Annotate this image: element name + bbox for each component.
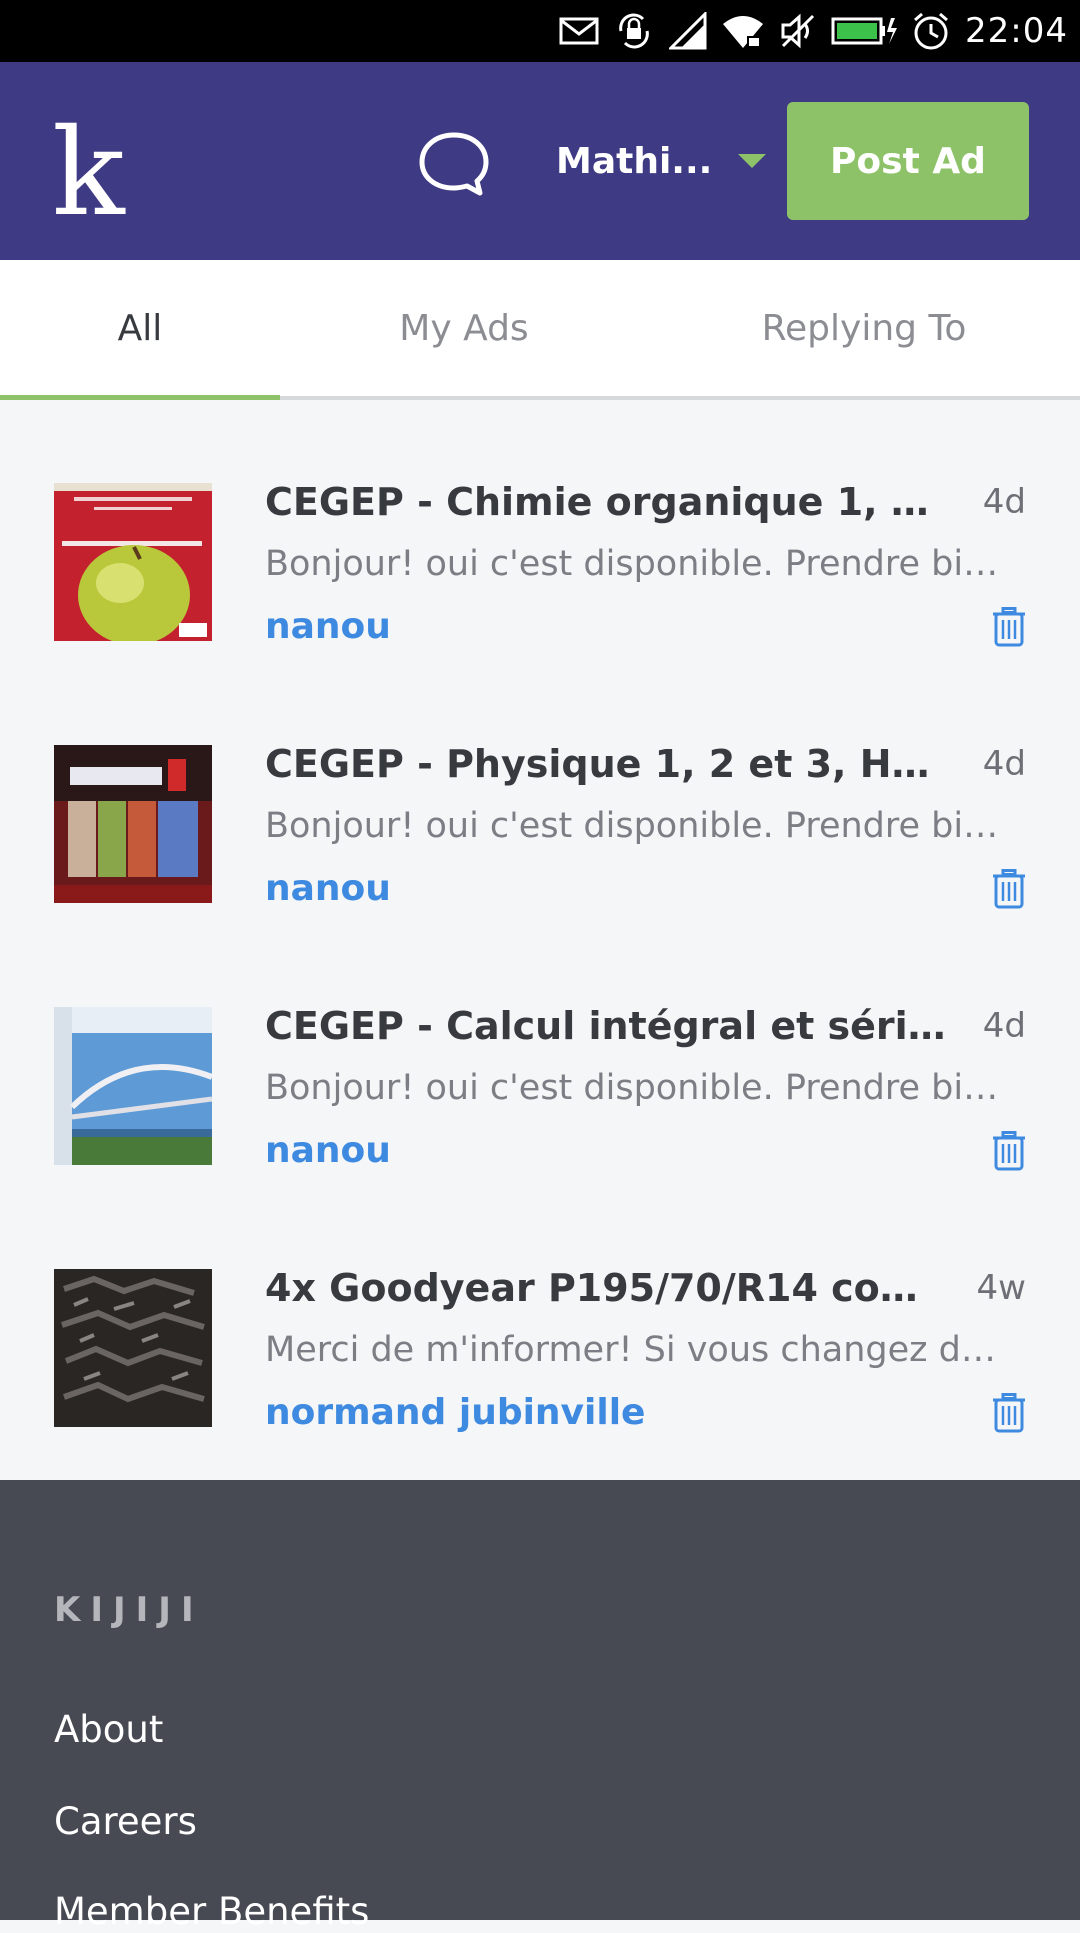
message-preview: Bonjour! oui c'est disponible. Prendre b… — [265, 1068, 1015, 1108]
ad-thumbnail — [54, 745, 212, 903]
trash-icon[interactable] — [992, 1131, 1026, 1175]
tab-all[interactable]: All — [0, 260, 280, 400]
messages-chat-icon[interactable] — [418, 131, 490, 201]
message-preview: Merci de m'informer! Si vous changez de … — [265, 1330, 1015, 1370]
message-age: 4w — [976, 1268, 1026, 1308]
sender-name: nanou — [265, 1130, 391, 1171]
user-menu-dropdown[interactable]: Mathi... — [556, 62, 767, 260]
conversation-item[interactable]: CEGEP - Calcul intégral et séries, ex...… — [0, 974, 1080, 1236]
ad-title: CEGEP - Calcul intégral et séries, ex... — [265, 1004, 950, 1048]
conversation-item[interactable]: CEGEP - Chimie organique 1, Hart. 4d Bon… — [0, 450, 1080, 712]
alarm-icon — [911, 11, 951, 51]
trash-icon[interactable] — [992, 607, 1026, 651]
message-age: 4d — [982, 482, 1026, 522]
message-tabs: All My Ads Replying To — [0, 260, 1080, 400]
battery-charging-icon — [831, 16, 898, 46]
footer-link-about[interactable]: About — [54, 1708, 163, 1751]
conversation-list: CEGEP - Chimie organique 1, Hart. 4d Bon… — [0, 400, 1080, 1498]
rotation-lock-icon — [613, 11, 655, 51]
wifi-icon — [721, 12, 765, 50]
sender-name: normand jubinville — [265, 1392, 646, 1433]
ad-thumbnail — [54, 1269, 212, 1427]
conversation-item[interactable]: CEGEP - Physique 1, 2 et 3, Harris Be...… — [0, 712, 1080, 974]
trash-icon[interactable] — [992, 1393, 1026, 1437]
message-preview: Bonjour! oui c'est disponible. Prendre b… — [265, 806, 1015, 846]
status-bar: 22:04 — [0, 0, 1080, 62]
site-footer: KIJIJI About Careers Member Benefits — [0, 1480, 1080, 1933]
footer-link-careers[interactable]: Careers — [54, 1800, 197, 1843]
app-header: k Mathi... Post Ad — [0, 62, 1080, 260]
ad-title: CEGEP - Chimie organique 1, Hart. — [265, 480, 950, 524]
trash-icon[interactable] — [992, 869, 1026, 913]
mail-icon — [559, 16, 599, 46]
ad-title: CEGEP - Physique 1, 2 et 3, Harris Be... — [265, 742, 950, 786]
user-name: Mathi... — [556, 140, 713, 182]
signal-icon — [669, 12, 707, 50]
conversation-item[interactable]: 4x Goodyear P195/70/R14 comme n... 4w Me… — [0, 1236, 1080, 1498]
message-preview: Bonjour! oui c'est disponible. Prendre b… — [265, 544, 1015, 584]
sender-name: nanou — [265, 868, 391, 909]
message-age: 4d — [982, 744, 1026, 784]
ad-thumbnail — [54, 1007, 212, 1165]
mute-icon — [779, 12, 817, 50]
message-age: 4d — [982, 1006, 1026, 1046]
ad-title: 4x Goodyear P195/70/R14 comme n... — [265, 1266, 950, 1310]
footer-link-member-benefits[interactable]: Member Benefits — [54, 1890, 369, 1933]
footer-brand: KIJIJI — [54, 1590, 204, 1630]
post-ad-button[interactable]: Post Ad — [787, 102, 1029, 220]
tab-replying-to[interactable]: Replying To — [648, 260, 1080, 396]
ad-thumbnail — [54, 483, 212, 641]
clock-time: 22:04 — [965, 11, 1068, 51]
sender-name: nanou — [265, 606, 391, 647]
kijiji-logo[interactable]: k — [52, 114, 125, 234]
chevron-down-icon — [738, 154, 767, 168]
tab-my-ads[interactable]: My Ads — [280, 260, 648, 396]
